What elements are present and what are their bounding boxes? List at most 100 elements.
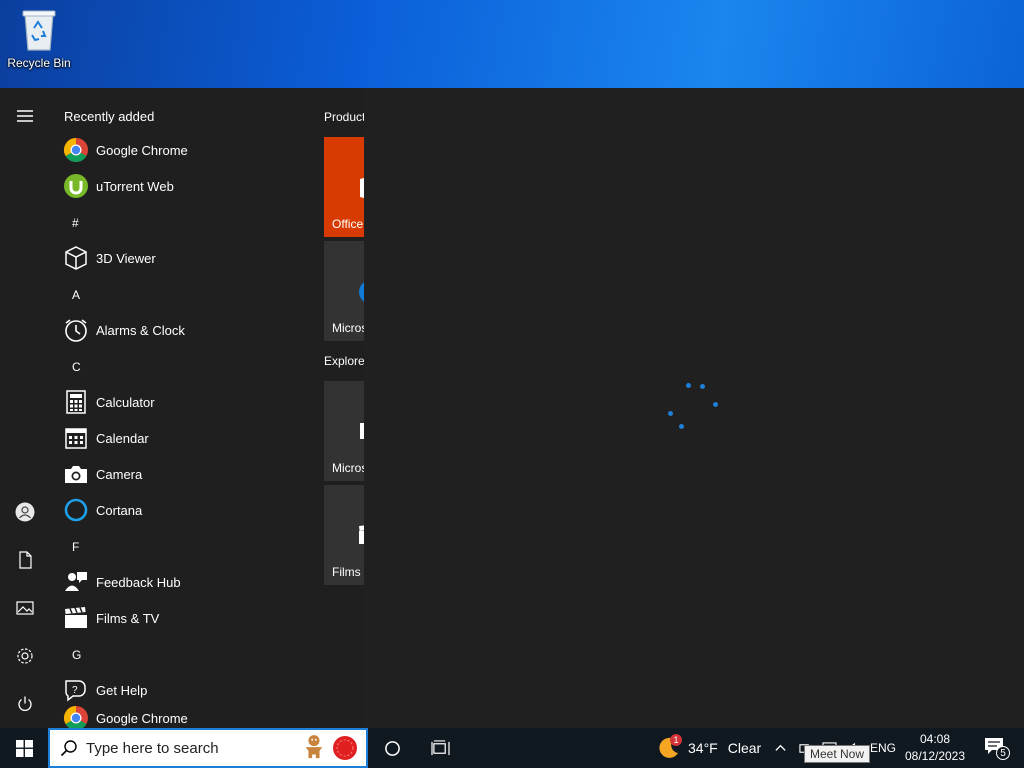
language-label: ENG [869, 741, 896, 755]
svg-text:?: ? [72, 685, 78, 696]
action-center-button[interactable]: 5 [976, 728, 1016, 768]
documents-button[interactable] [0, 540, 50, 580]
chevron-up-icon [774, 744, 786, 751]
power-icon [18, 696, 32, 711]
app-utorrent-web[interactable]: uTorrent Web [60, 168, 310, 204]
tile-label: Office [332, 217, 364, 231]
app-films-tv[interactable]: Films & TV [60, 600, 310, 636]
tile-microsoft-store[interactable]: Microsoft Store [324, 381, 364, 481]
search-box[interactable] [48, 728, 368, 768]
chrome-icon [63, 706, 88, 728]
pictures-button[interactable] [0, 588, 50, 628]
search-icon [60, 740, 77, 757]
tile-group-title[interactable]: Productivity [324, 110, 364, 124]
section-letter-hash[interactable]: # [72, 216, 79, 230]
weather-condition: Clear [727, 740, 762, 756]
app-camera[interactable]: Camera [60, 456, 310, 492]
ornament-icon [333, 736, 357, 760]
settings-button[interactable] [0, 636, 50, 676]
recently-added-header: Recently added [64, 109, 155, 124]
cortana-button[interactable] [372, 728, 412, 768]
user-icon [15, 502, 35, 522]
weather-widget[interactable]: 1 34°F Clear [656, 728, 762, 768]
app-3d-viewer[interactable]: 3D Viewer [60, 240, 310, 276]
tile-group-title[interactable]: Explore [324, 354, 364, 368]
section-letter-f[interactable]: F [72, 540, 79, 554]
recycle-bin-label: Recycle Bin [7, 56, 71, 70]
tile-label: Microsoft Edge [332, 321, 364, 335]
recycle-bin-desktop-icon[interactable]: Recycle Bin [6, 6, 72, 76]
app-label: Feedback Hub [96, 574, 181, 590]
search-input[interactable] [86, 739, 286, 757]
account-button[interactable] [0, 492, 50, 532]
start-button[interactable] [0, 728, 48, 768]
clapperboard-icon [65, 607, 87, 628]
app-label: Calendar [96, 430, 149, 446]
task-view-button[interactable] [420, 728, 460, 768]
meet-now-tooltip: Meet Now [804, 745, 871, 763]
start-loading-pane [364, 88, 1024, 728]
app-label: Google Chrome [96, 710, 188, 726]
app-label: uTorrent Web [96, 178, 174, 194]
clock[interactable]: 04:08 08/12/2023 [900, 728, 970, 768]
weather-badge: 1 [670, 734, 682, 746]
calendar-icon [65, 428, 87, 449]
app-label: Google Chrome [96, 142, 188, 158]
language-indicator[interactable]: ENG [868, 728, 898, 768]
calculator-icon [66, 390, 86, 414]
cube-icon [65, 246, 87, 270]
app-feedback-hub[interactable]: Feedback Hub [60, 564, 310, 600]
taskbar: 1 34°F Clear ENG 04:08 08/12/2023 5 [0, 728, 1024, 768]
tiles-area: Productivity Office Microsoft Edge Explo… [312, 88, 364, 728]
picture-icon [16, 601, 34, 615]
start-rail [0, 88, 50, 728]
app-cortana[interactable]: Cortana [60, 492, 310, 528]
section-letter-a[interactable]: A [72, 288, 80, 302]
app-calculator[interactable]: Calculator [60, 384, 310, 420]
windows-logo-icon [15, 739, 33, 757]
notification-icon: 5 [984, 737, 1010, 760]
feedback-icon [65, 572, 87, 591]
hamburger-icon [17, 110, 33, 122]
app-google-chrome[interactable]: Google Chrome [60, 132, 310, 168]
tile-label: Microsoft Store [332, 461, 364, 475]
tile-films-tv[interactable]: Films & TV [324, 485, 364, 585]
utorrent-icon [64, 174, 88, 198]
tile-label: Films & TV [332, 565, 364, 579]
expand-menu-button[interactable] [0, 96, 50, 136]
gear-icon [17, 648, 33, 664]
clock-time: 04:08 [919, 732, 951, 746]
app-label: Get Help [96, 682, 148, 698]
tile-office[interactable]: Office [324, 137, 364, 237]
chrome-icon [63, 138, 88, 163]
alarm-clock-icon [65, 319, 87, 342]
gingerbread-icon [305, 735, 323, 759]
app-label: 3D Viewer [96, 250, 156, 266]
app-calendar[interactable]: Calendar [60, 420, 310, 456]
cortana-icon [64, 498, 88, 522]
camera-icon [65, 466, 87, 483]
cortana-icon [384, 740, 400, 756]
app-label: Films & TV [96, 610, 160, 626]
app-list[interactable]: Recently added Google Chrome uTorrent We… [50, 88, 312, 728]
app-label: Alarms & Clock [96, 322, 185, 338]
desktop-wallpaper [0, 0, 1024, 88]
notification-badge: 5 [996, 746, 1010, 760]
document-icon [19, 551, 32, 569]
show-hidden-icons-button[interactable] [768, 728, 792, 768]
section-letter-g[interactable]: G [72, 648, 81, 662]
loading-spinner [664, 378, 724, 438]
app-label: Calculator [96, 394, 155, 410]
section-letter-c[interactable]: C [72, 360, 81, 374]
app-label: Cortana [96, 502, 143, 518]
app-google-chrome-2[interactable]: Google Chrome [60, 700, 310, 728]
recycle-bin-icon [22, 10, 56, 51]
start-menu: Recently added Google Chrome uTorrent We… [0, 88, 364, 728]
app-label: Camera [96, 466, 143, 482]
power-button[interactable] [0, 684, 50, 724]
clock-date: 08/12/2023 [904, 749, 966, 763]
tile-microsoft-edge[interactable]: Microsoft Edge [324, 241, 364, 341]
task-view-icon [430, 739, 450, 755]
weather-temp: 34°F [688, 740, 718, 756]
app-alarms-clock[interactable]: Alarms & Clock [60, 312, 310, 348]
